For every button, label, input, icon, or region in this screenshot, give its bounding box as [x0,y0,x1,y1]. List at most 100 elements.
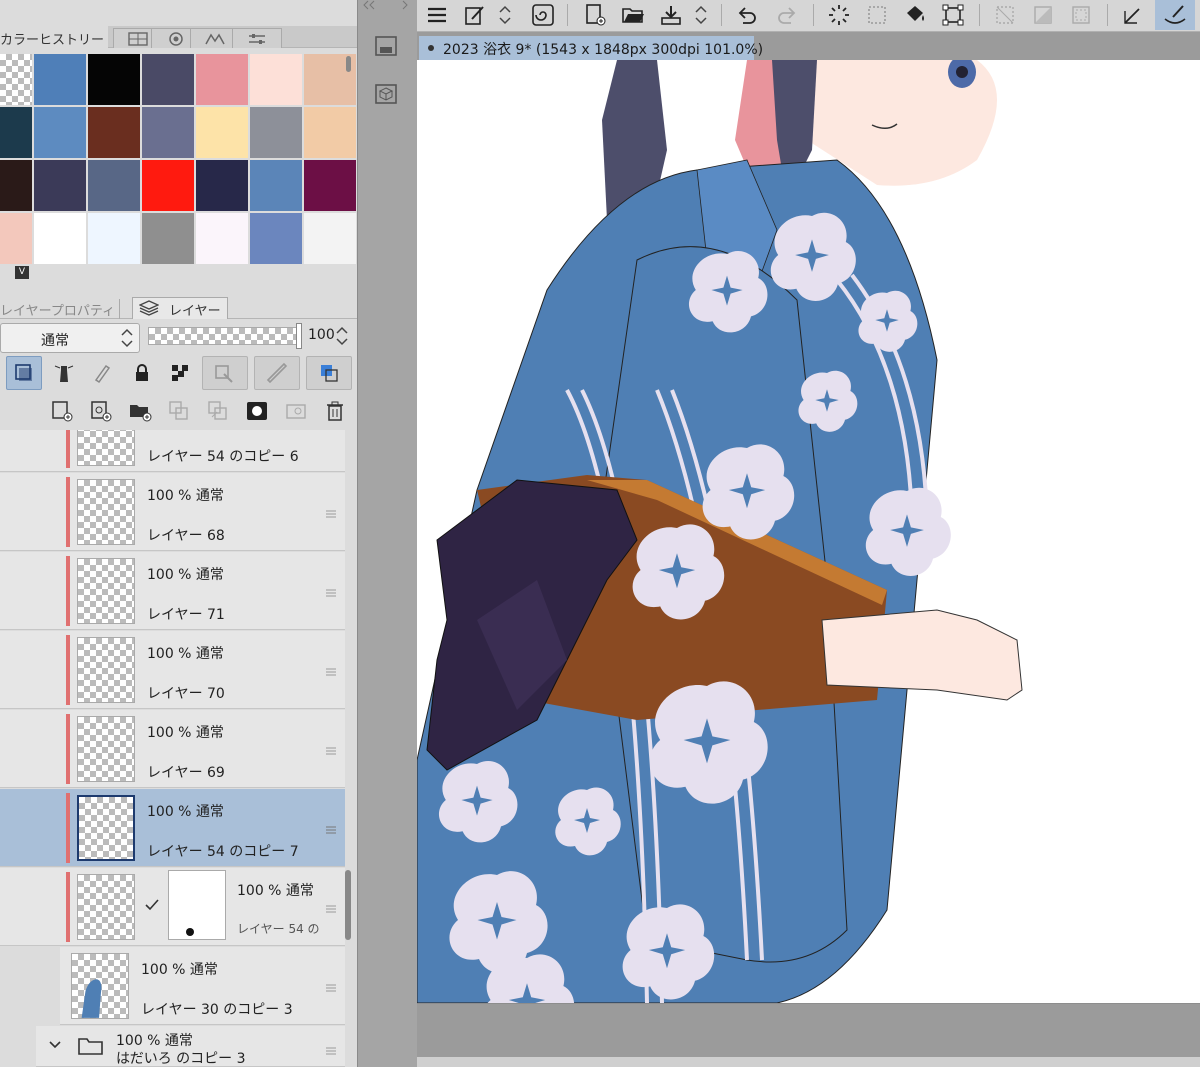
layer-color-button[interactable] [306,356,352,390]
spiral-button[interactable] [527,0,559,30]
selection-border-button[interactable] [1065,0,1097,30]
layer-row[interactable]: 100 % 通常 レイヤー 71 [0,552,345,630]
color-swatch[interactable] [34,213,86,264]
drag-handle-icon[interactable] [325,979,337,992]
color-swatch[interactable] [250,213,302,264]
undo-button[interactable] [731,0,763,30]
menu-button[interactable] [421,0,453,30]
color-swatch[interactable] [0,107,32,158]
color-swatch[interactable] [250,107,302,158]
color-swatch[interactable] [250,160,302,211]
color-swatch[interactable] [196,213,248,264]
layer-list: レイヤー 54 のコピー 6 100 % 通常 レイヤー 68 100 % 通常… [0,430,357,1067]
drag-handle-icon[interactable] [325,663,337,676]
reference-layer-button[interactable] [46,356,82,390]
color-swatch[interactable] [34,107,86,158]
mask-enable-button[interactable] [202,356,248,390]
color-swatch[interactable] [196,54,248,105]
transform-button[interactable] [937,0,969,30]
palette-scrollbar[interactable] [346,56,351,72]
color-swatch[interactable] [142,54,194,105]
drag-handle-icon[interactable] [325,1042,337,1055]
collapse-right-icon[interactable] [400,0,410,10]
color-swatch[interactable] [142,107,194,158]
navigator-button[interactable] [372,32,400,60]
mask-icon [247,402,267,420]
color-swatch[interactable] [304,107,356,158]
new-folder-button[interactable] [125,396,155,426]
color-swatch[interactable] [196,107,248,158]
color-swatch[interactable] [34,160,86,211]
open-button[interactable] [617,0,649,30]
drag-handle-icon[interactable] [325,821,337,834]
color-swatch[interactable] [34,54,86,105]
loading-button[interactable] [823,0,855,30]
opacity-slider[interactable] [148,327,298,345]
color-swatch[interactable] [142,213,194,264]
merge-down-button[interactable] [203,396,233,426]
draft-layer-button[interactable] [84,356,120,390]
color-swatch[interactable] [88,54,140,105]
layer-folder-row[interactable]: 100 % 通常 はだいろ のコピー 3 [36,1026,345,1067]
apply-mask-button[interactable] [281,396,311,426]
tab-color-history[interactable]: カラーヒストリー [0,26,109,48]
tab-layer-property[interactable]: レイヤープロパティ [0,299,121,319]
save-button[interactable] [655,0,687,30]
opacity-value[interactable]: 100 [308,327,335,343]
pen-tool-button[interactable] [1117,0,1149,30]
opacity-stepper-icon[interactable] [335,324,349,348]
color-swatch[interactable] [196,160,248,211]
color-swatch[interactable] [142,160,194,211]
color-swatch[interactable] [88,107,140,158]
layer-row[interactable]: 100 % 通常 レイヤー 30 のコピー 3 [60,947,345,1025]
deselect-button[interactable] [989,0,1021,30]
fill-button[interactable] [899,0,931,30]
transfer-down-button[interactable] [164,396,194,426]
eyedropper-button[interactable] [459,0,491,30]
layer-row[interactable]: 100 % 通常 レイヤー 70 [0,631,345,709]
drawing-canvas[interactable] [417,60,1200,1003]
lock-layer-button[interactable] [124,356,160,390]
delete-layer-button[interactable] [320,396,350,426]
blend-mode-stepper-icon[interactable] [120,326,134,350]
color-swatch[interactable] [0,160,32,211]
layer-row[interactable]: 100 % 通常 レイヤー 69 [0,710,345,788]
clip-layer-button[interactable] [6,356,42,390]
layer-list-scrollbar[interactable] [345,870,351,940]
new-raster-layer-button[interactable] [47,396,77,426]
layer-row[interactable]: 100 % 通常 レイヤー 68 [0,473,345,551]
document-tab[interactable]: 2023 浴衣 9* (1543 x 1848px 300dpi 101.0%) [419,36,763,60]
new-canvas-button[interactable] [579,0,611,30]
color-swatch[interactable] [88,213,140,264]
tool-stepper-icon[interactable] [495,0,515,30]
chevron-down-icon[interactable] [48,1040,62,1050]
create-mask-button[interactable] [242,396,272,426]
new-vector-layer-button[interactable] [86,396,116,426]
drag-handle-icon[interactable] [325,584,337,597]
3d-material-button[interactable] [372,80,400,108]
collapse-left-icon[interactable] [360,0,382,10]
redo-button[interactable] [771,0,803,30]
blend-mode-select[interactable]: 通常 [0,323,140,353]
layer-row[interactable]: 100 % 通常 レイヤー 54 の [0,868,345,946]
lock-transparent-button[interactable] [162,356,198,390]
layer-row-selected[interactable]: 100 % 通常 レイヤー 54 のコピー 7 [0,789,345,867]
invert-selection-button[interactable] [1027,0,1059,30]
color-swatch[interactable] [88,160,140,211]
color-swatch[interactable] [304,213,356,264]
color-swatch[interactable] [304,160,356,211]
color-swatch[interactable] [0,213,32,264]
brush-tool-button[interactable] [1155,0,1195,30]
color-slider-tab[interactable] [232,28,282,48]
file-stepper-icon[interactable] [691,0,711,30]
layer-row[interactable]: レイヤー 54 のコピー 6 [0,430,345,472]
color-swatch[interactable] [250,54,302,105]
ruler-enable-button[interactable] [254,356,300,390]
opacity-slider-handle[interactable] [296,323,302,349]
color-swatch[interactable] [0,54,32,105]
tab-layer[interactable]: レイヤー [132,297,228,319]
drag-handle-icon[interactable] [325,505,337,518]
drag-handle-icon[interactable] [325,742,337,755]
drag-handle-icon[interactable] [325,900,337,913]
select-all-button[interactable] [861,0,893,30]
